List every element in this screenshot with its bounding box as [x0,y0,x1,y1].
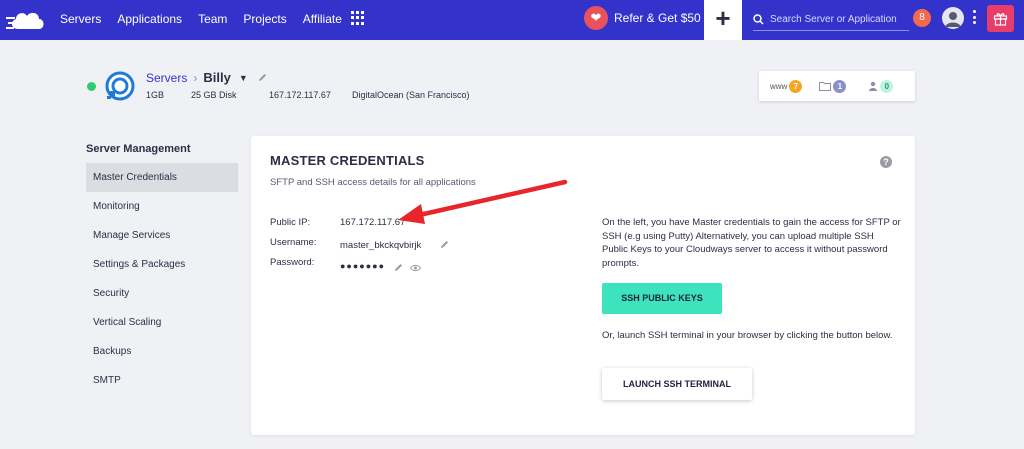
username-value: master_bkckqvbirjk [340,240,422,251]
ssh-info-text: On the left, you have Master credentials… [602,217,901,269]
server-ip: 167.172.117.67 [269,90,331,100]
search-placeholder: Search Server or Application [770,14,897,25]
nav-applications[interactable]: Applications [117,12,182,26]
add-server-button[interactable]: + [704,0,742,40]
gift-button[interactable] [987,5,1014,32]
sidebar-item-master-credentials[interactable]: Master Credentials [86,163,238,192]
user-icon [869,81,878,91]
sidebar-item-settings-packages[interactable]: Settings & Packages [86,250,238,279]
terminal-info-text: Or, launch SSH terminal in your browser … [602,330,893,341]
caret-down-icon[interactable]: ▼ [239,73,248,83]
nav-servers[interactable]: Servers [60,12,101,26]
nav-team[interactable]: Team [198,12,227,26]
refer-button[interactable]: ❤ Refer & Get $50 [584,6,701,30]
www-counter[interactable]: www 7 [770,79,803,93]
digitalocean-logo [105,71,135,101]
server-status-dot [87,82,96,91]
cloudways-logo[interactable] [6,5,48,35]
search-icon [753,14,764,25]
help-icon[interactable]: ? [880,156,892,168]
eye-icon[interactable] [410,264,421,272]
notification-badge[interactable]: 8 [913,9,931,27]
sidebar-item-backups[interactable]: Backups [86,337,238,366]
sidebar-item-smtp[interactable]: SMTP [86,366,238,395]
user-icon [945,12,961,27]
chevron-right-icon: › [193,70,198,85]
password-value: ●●●●●●● [340,261,386,271]
server-provider: DigitalOcean (San Francisco) [352,90,470,100]
master-credentials-card: MASTER CREDENTIALS SFTP and SSH access d… [251,136,915,435]
search-input[interactable]: Search Server or Application [753,9,909,31]
ssh-public-keys-button[interactable]: SSH PUBLIC KEYS [602,283,722,314]
sidebar-item-security[interactable]: Security [86,279,238,308]
files-counter[interactable]: 1 [819,79,847,93]
folder-icon [819,82,832,91]
server-name: Billy [203,70,231,85]
edit-name-icon[interactable] [258,73,267,82]
username-label: Username: [270,237,317,248]
top-navigation-bar: Servers Applications Team Projects Affil… [0,0,1024,40]
files-count: 1 [833,79,847,93]
launch-ssh-terminal-button[interactable]: LAUNCH SSH TERMINAL [602,368,752,400]
breadcrumb: Servers › Billy ▼ [146,70,267,85]
sidebar-item-monitoring[interactable]: Monitoring [86,192,238,221]
avatar[interactable] [942,7,964,29]
refer-label: Refer & Get $50 [614,11,701,25]
sidebar: Master Credentials Monitoring Manage Ser… [86,163,238,395]
nav-affiliate[interactable]: Affiliate [303,12,342,26]
breadcrumb-servers-link[interactable]: Servers [146,71,187,85]
main-nav: Servers Applications Team Projects Affil… [60,12,358,26]
sidebar-item-vertical-scaling[interactable]: Vertical Scaling [86,308,238,337]
users-count: 0 [880,79,894,93]
server-counters: www 7 1 0 [759,71,915,101]
sidebar-title: Server Management [86,143,191,155]
password-label: Password: [270,257,315,268]
edit-password-icon[interactable] [394,263,403,272]
annotation-arrow-icon [398,179,568,224]
sidebar-item-manage-services[interactable]: Manage Services [86,221,238,250]
public-ip-label: Public IP: [270,217,311,228]
server-ram: 1GB [146,90,165,100]
www-count: 7 [789,79,803,93]
nav-projects[interactable]: Projects [243,12,286,26]
server-disk: 25 GB Disk [191,90,237,100]
www-label: www [770,81,788,91]
card-title: MASTER CREDENTIALS [270,153,425,168]
edit-username-icon[interactable] [440,240,449,249]
apps-grid-icon[interactable] [351,11,365,25]
users-counter[interactable]: 0 [868,79,894,93]
more-menu-icon[interactable] [973,10,977,24]
plus-icon: + [715,3,731,33]
gift-icon [993,13,1008,26]
heart-icon: ❤ [584,6,608,30]
